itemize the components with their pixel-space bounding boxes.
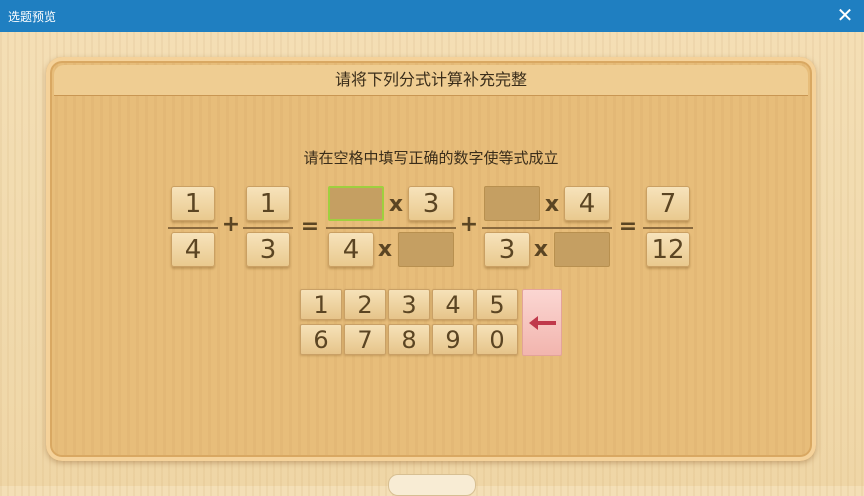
result-line [643,227,693,229]
answer-slot-2[interactable] [398,232,454,267]
instruction-text: 请在空格中填写正确的数字使等式成立 [303,149,559,167]
frac4-line [482,227,612,229]
frac4-denominator-base: 3 [484,232,530,267]
answer-slot-4[interactable] [554,232,610,267]
answer-slot-3[interactable] [484,186,540,221]
times-sign-3: x [544,192,560,217]
frac2-denominator: 3 [246,232,290,267]
equals-sign-2: = [618,214,638,239]
key-7[interactable]: 7 [344,324,386,355]
question-board: 请将下列分式计算补充完整 请在空格中填写正确的数字使等式成立 1 4 + 1 3… [46,57,816,461]
key-3[interactable]: 3 [388,289,430,320]
key-2[interactable]: 2 [344,289,386,320]
result-numerator: 7 [646,186,690,221]
frac3-numerator-multiplier: 3 [408,186,454,221]
frac1-denominator: 4 [171,232,215,267]
plus-sign-1: + [221,212,241,237]
frac2-numerator: 1 [246,186,290,221]
key-4[interactable]: 4 [432,289,474,320]
result-denominator: 12 [646,232,690,267]
equals-sign-1: = [300,214,320,239]
key-1[interactable]: 1 [300,289,342,320]
frac1-numerator: 1 [171,186,215,221]
frac3-line [326,227,456,229]
frac3-denominator-base: 4 [328,232,374,267]
key-5[interactable]: 5 [476,289,518,320]
left-arrow-icon [529,316,556,330]
frac2-line [243,227,293,229]
answer-slot-1[interactable] [328,186,384,221]
frac4-numerator-multiplier: 4 [564,186,610,221]
bottom-tab[interactable] [388,474,476,496]
key-9[interactable]: 9 [432,324,474,355]
times-sign-4: x [533,237,549,262]
title-bar: 选题预览 ✕ [0,0,864,32]
question-title: 请将下列分式计算补充完整 [54,65,808,96]
plus-sign-2: + [459,212,479,237]
frac1-line [168,227,218,229]
window-title: 选题预览 [8,10,57,24]
backspace-button[interactable] [522,289,562,356]
key-8[interactable]: 8 [388,324,430,355]
key-0[interactable]: 0 [476,324,518,355]
key-6[interactable]: 6 [300,324,342,355]
close-icon[interactable]: ✕ [834,4,856,26]
times-sign-2: x [377,237,393,262]
times-sign-1: x [388,192,404,217]
